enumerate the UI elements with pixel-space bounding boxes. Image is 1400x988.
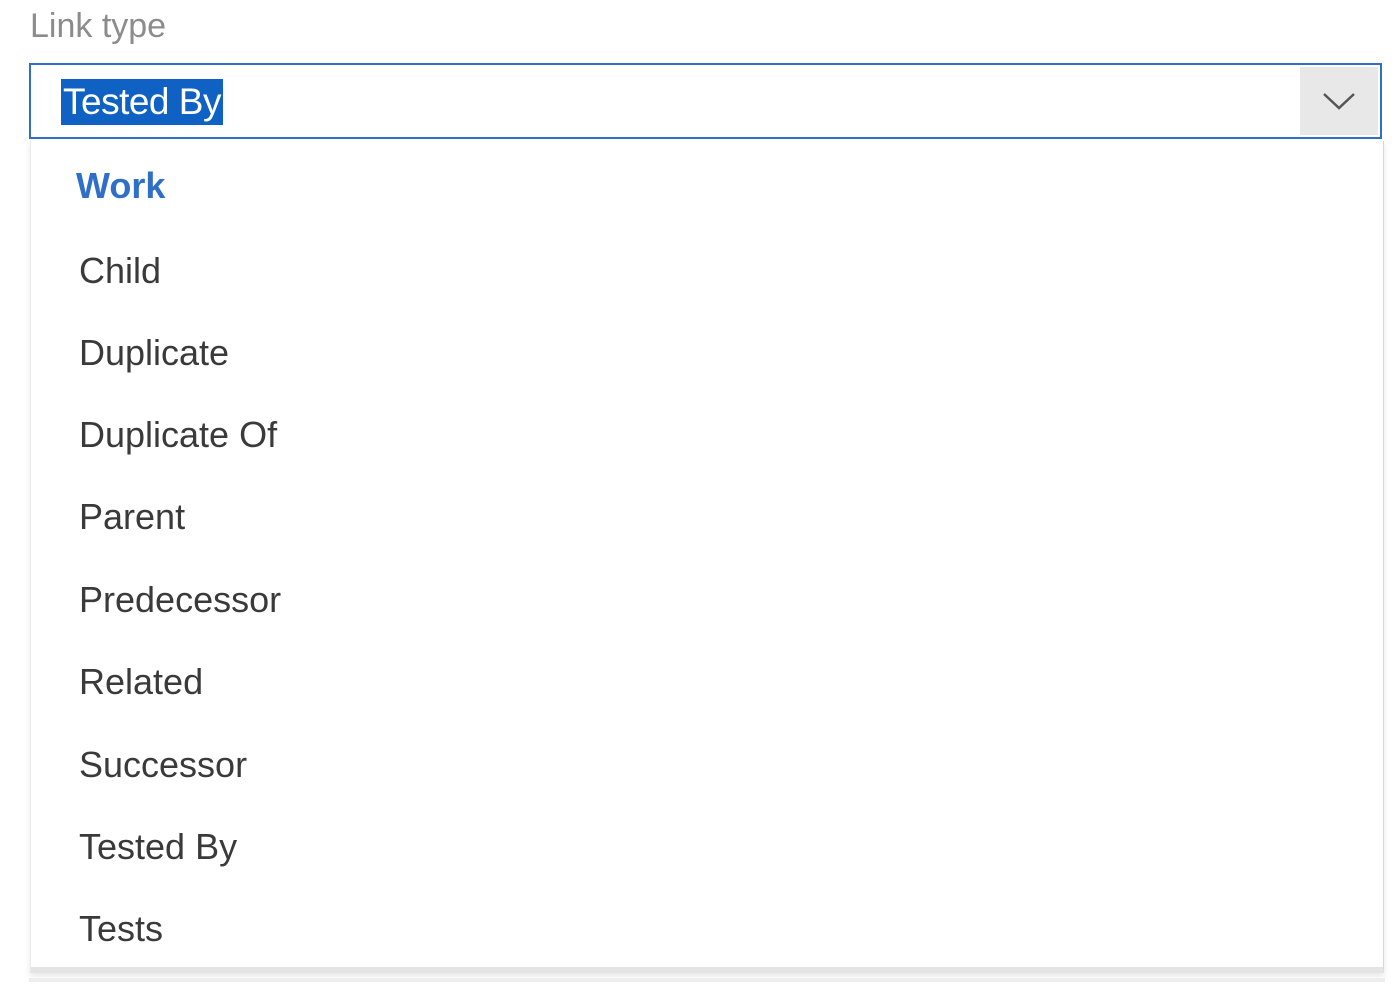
option-tested-by[interactable]: Tested By (79, 824, 237, 870)
link-type-input[interactable]: Tested By (61, 79, 223, 125)
option-duplicate-of[interactable]: Duplicate Of (79, 412, 277, 458)
option-duplicate[interactable]: Duplicate (79, 330, 229, 376)
link-type-label: Link type (30, 7, 167, 45)
panel-bottom-edge (29, 978, 1385, 982)
option-successor[interactable]: Successor (79, 742, 247, 788)
option-predecessor[interactable]: Predecessor (79, 577, 281, 623)
option-related[interactable]: Related (79, 659, 203, 705)
option-child[interactable]: Child (79, 248, 161, 294)
link-type-dropdown-list: Work Child Duplicate Duplicate Of Parent… (30, 141, 1384, 973)
dropdown-toggle-button[interactable] (1300, 67, 1378, 135)
chevron-down-icon (1323, 93, 1355, 110)
option-tests[interactable]: Tests (79, 906, 163, 952)
link-type-combobox[interactable]: Tested By (29, 63, 1382, 139)
option-parent[interactable]: Parent (79, 494, 185, 540)
group-header-work: Work (76, 165, 166, 206)
